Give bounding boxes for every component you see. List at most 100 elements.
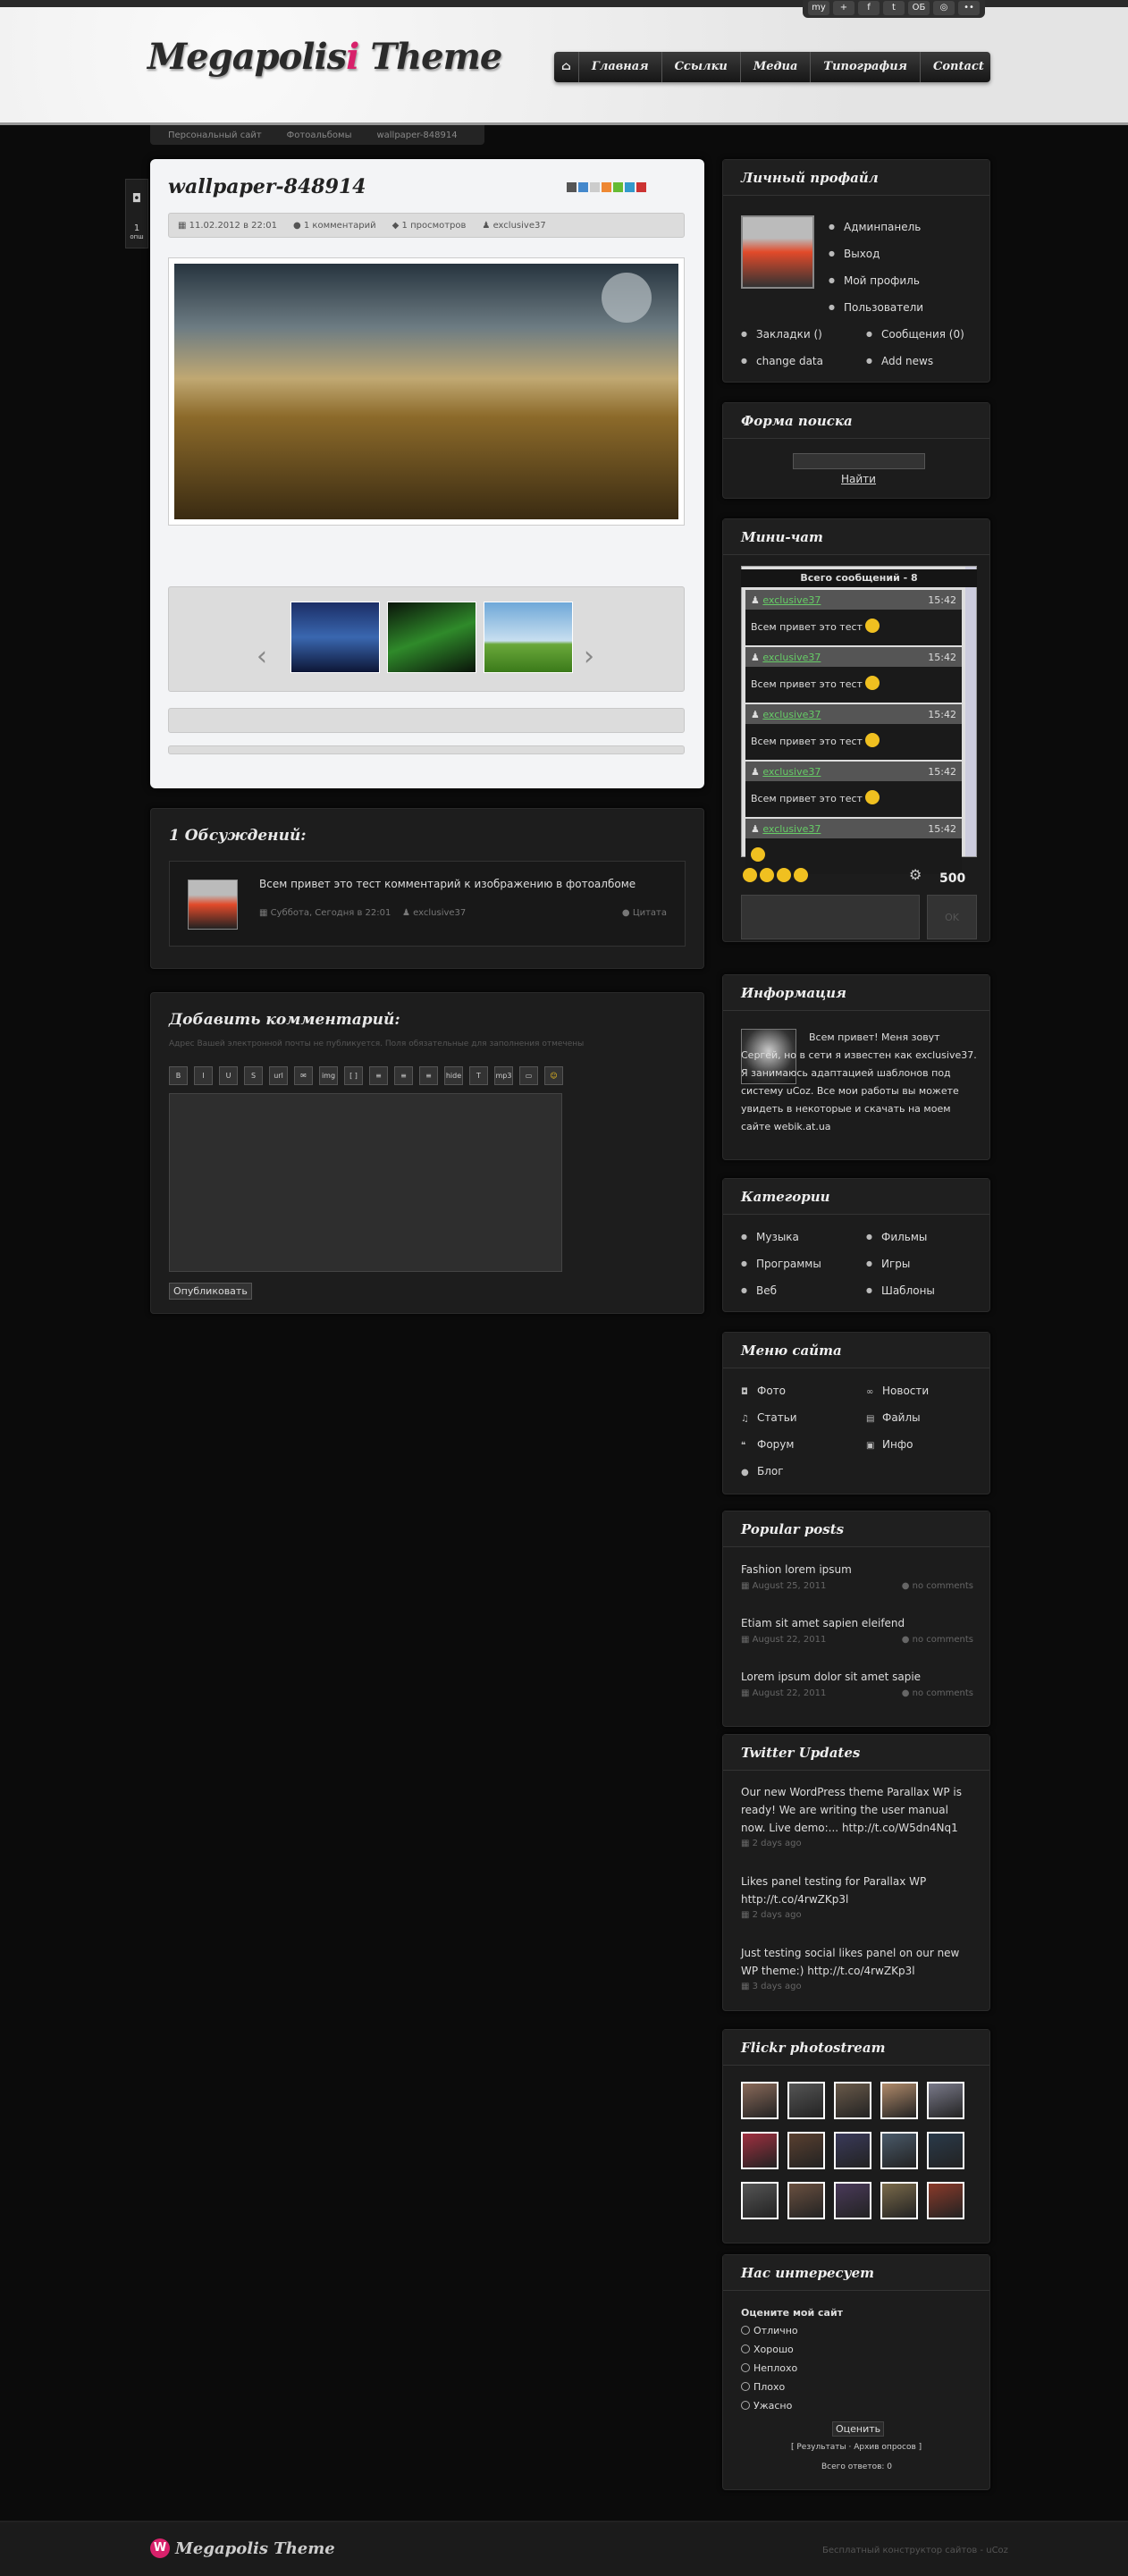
nav-item-contact[interactable]: Contact	[920, 52, 997, 82]
post-comments[interactable]: ● 1 комментарий	[293, 221, 376, 231]
mp3-button[interactable]: mp3	[494, 1066, 513, 1085]
comment-textarea[interactable]	[169, 1093, 562, 1272]
font-button[interactable]: T	[469, 1066, 488, 1085]
chat-ok-button[interactable]: OK	[927, 895, 977, 939]
bookmarks-link[interactable]: Закладки ()	[741, 328, 822, 341]
share-icon[interactable]	[625, 182, 635, 192]
bold-button[interactable]: B	[169, 1066, 188, 1085]
flickr-photo[interactable]	[787, 2132, 825, 2169]
image-button[interactable]: img	[319, 1066, 338, 1085]
menu-info[interactable]: ▣ Инфо	[866, 1438, 913, 1451]
smiley-button[interactable]: ☺	[544, 1066, 563, 1085]
publish-button[interactable]: Опубликовать	[169, 1283, 252, 1300]
italic-button[interactable]: I	[194, 1066, 213, 1085]
share-icon[interactable]	[578, 182, 588, 192]
popular-post[interactable]: Etiam sit amet sapien eleifend ▦ August 2…	[741, 1617, 973, 1645]
radio-button[interactable]	[741, 2363, 750, 2372]
chat-user[interactable]: exclusive37	[762, 594, 821, 606]
flickr-photo[interactable]	[834, 2132, 871, 2169]
share-icon[interactable]	[567, 182, 577, 192]
flickr-photo[interactable]	[834, 2182, 871, 2219]
admin-panel-link[interactable]: Админпанель	[829, 221, 921, 233]
url-button[interactable]: url	[269, 1066, 288, 1085]
strike-button[interactable]: S	[244, 1066, 263, 1085]
category-music[interactable]: Музыка	[741, 1231, 799, 1243]
poll-results-link[interactable]: Результаты	[796, 2443, 846, 2452]
twitter-icon[interactable]: t	[883, 1, 905, 15]
smile-icon[interactable]	[794, 868, 808, 882]
video-button[interactable]: ▭	[519, 1066, 538, 1085]
footer-credit[interactable]: Бесплатный конструктор сайтов - uCoz	[822, 2546, 1008, 2555]
nav-item-media[interactable]: Медиа	[739, 52, 811, 82]
chat-user[interactable]: exclusive37	[762, 709, 821, 720]
chat-user[interactable]: exclusive37	[762, 766, 821, 778]
category-web[interactable]: Веб	[741, 1284, 777, 1297]
nav-item-typography[interactable]: Типография	[810, 52, 920, 82]
radio-button[interactable]	[741, 2344, 750, 2353]
post-author[interactable]: ♟ exclusive37	[482, 221, 545, 231]
chat-user[interactable]: exclusive37	[762, 823, 821, 835]
menu-blog[interactable]: ● Блог	[741, 1465, 784, 1477]
flickr-photo[interactable]	[787, 2082, 825, 2119]
flickr-photo[interactable]	[880, 2182, 918, 2219]
chat-scrollbar[interactable]	[965, 567, 976, 856]
flickr-photo[interactable]	[834, 2082, 871, 2119]
thumbnail[interactable]	[290, 602, 380, 673]
flickr-photo[interactable]	[880, 2132, 918, 2169]
my-profile-link[interactable]: Мой профиль	[829, 274, 920, 287]
category-games[interactable]: Игры	[866, 1258, 910, 1270]
underline-button[interactable]: U	[219, 1066, 238, 1085]
breadcrumb-home[interactable]: Персональный сайт	[168, 130, 262, 140]
vote-button[interactable]: Оценить	[832, 2421, 885, 2437]
facebook-icon[interactable]: f	[858, 1, 880, 15]
popular-post[interactable]: Fashion lorem ipsum ▦ August 25, 2011 ● no…	[741, 1563, 973, 1591]
messages-link[interactable]: Сообщения (0)	[866, 328, 964, 341]
email-button[interactable]: ✉	[294, 1066, 313, 1085]
change-data-link[interactable]: change data	[741, 355, 823, 367]
flickr-photo[interactable]	[741, 2082, 779, 2119]
align-left-button[interactable]: ≡	[369, 1066, 388, 1085]
chat-user[interactable]: exclusive37	[762, 652, 821, 663]
social-more-icon[interactable]: ••	[958, 1, 980, 15]
smile-icon[interactable]	[777, 868, 791, 882]
flickr-photo[interactable]	[927, 2182, 964, 2219]
smile-icon[interactable]	[760, 868, 774, 882]
search-button[interactable]: Найти	[841, 473, 876, 485]
gear-icon[interactable]: ⚙	[909, 866, 922, 883]
nav-item-home[interactable]: Главная	[577, 52, 661, 82]
menu-forum[interactable]: ❝ Форум	[741, 1438, 794, 1451]
main-photo[interactable]	[168, 257, 685, 526]
share-icon[interactable]	[613, 182, 623, 192]
chevron-left-icon[interactable]: ‹	[257, 641, 267, 672]
social-plus-icon[interactable]: +	[833, 1, 854, 15]
footer-logo[interactable]: W Megapolis Theme	[150, 2538, 335, 2558]
site-logo[interactable]: Megapolisi Theme	[147, 36, 502, 78]
smile-icon[interactable]	[743, 868, 757, 882]
radio-button[interactable]	[741, 2401, 750, 2410]
menu-files[interactable]: ▤ Файлы	[866, 1411, 921, 1424]
users-link[interactable]: Пользователи	[829, 301, 923, 314]
home-icon[interactable]: ⌂	[554, 52, 578, 82]
breadcrumb-albums[interactable]: Фотоальбомы	[287, 130, 352, 140]
flickr-photo[interactable]	[787, 2182, 825, 2219]
add-news-link[interactable]: Add news	[866, 355, 933, 367]
chevron-right-icon[interactable]: ›	[584, 641, 594, 672]
share-icon[interactable]	[590, 182, 600, 192]
social-my-icon[interactable]: my	[808, 1, 829, 15]
odnoklassniki-icon[interactable]: ОБ	[908, 1, 930, 15]
side-tab[interactable]: ◘ 1 опш	[125, 179, 148, 248]
align-right-button[interactable]: ≡	[419, 1066, 438, 1085]
share-icon[interactable]	[636, 182, 646, 192]
code-button[interactable]: [ ]	[344, 1066, 363, 1085]
poll-option[interactable]: Неплохо	[741, 2362, 797, 2374]
radio-button[interactable]	[741, 2382, 750, 2391]
nav-item-links[interactable]: Ссылки	[661, 52, 740, 82]
popular-post[interactable]: Lorem ipsum dolor sit amet sapie ▦ August…	[741, 1671, 973, 1698]
poll-option[interactable]: Плохо	[741, 2381, 785, 2393]
flickr-photo[interactable]	[880, 2082, 918, 2119]
poll-option[interactable]: Отлично	[741, 2325, 798, 2336]
category-programs[interactable]: Программы	[741, 1258, 821, 1270]
thumbnail[interactable]	[484, 602, 573, 673]
flickr-photo[interactable]	[741, 2132, 779, 2169]
logout-link[interactable]: Выход	[829, 248, 880, 260]
